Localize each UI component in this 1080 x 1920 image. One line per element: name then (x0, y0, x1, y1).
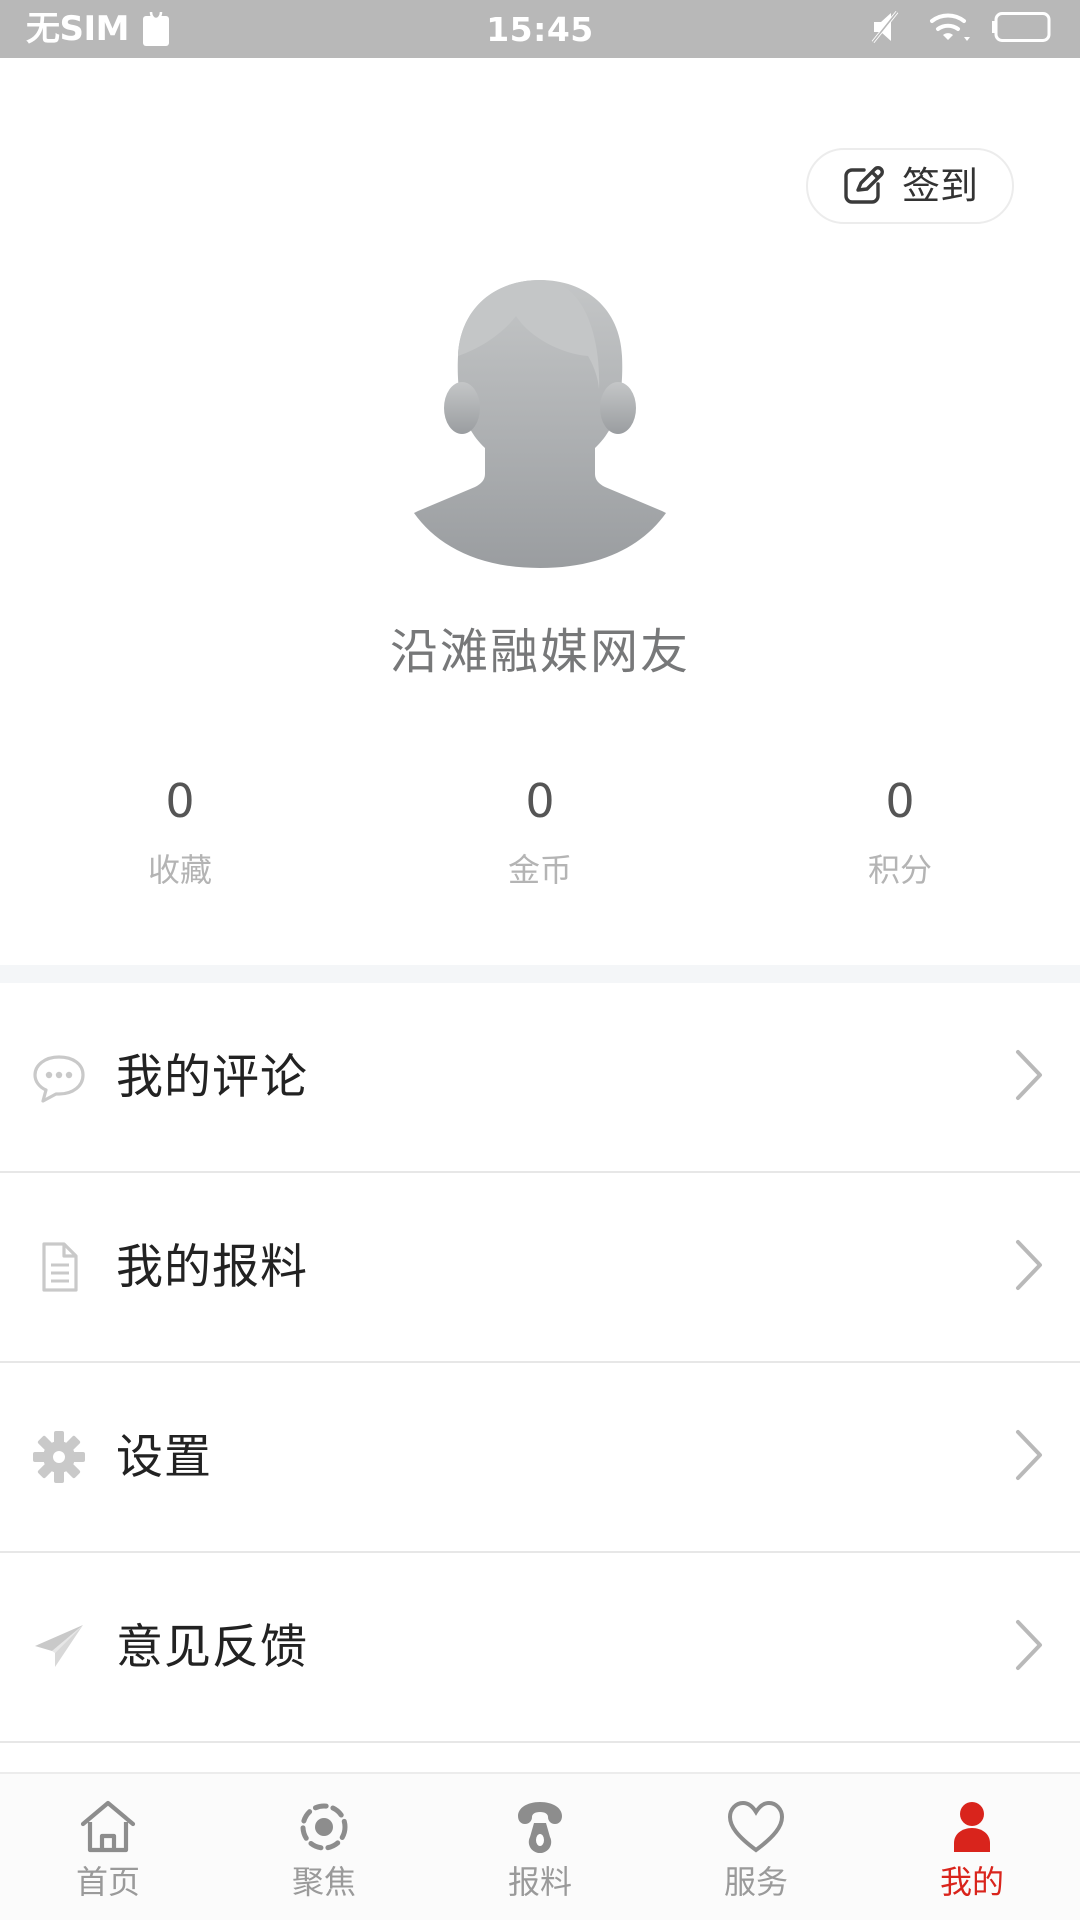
menu-item-my-reports[interactable]: 我的报料 (0, 1173, 1080, 1361)
heart-icon (727, 1796, 785, 1854)
paper-plane-icon (28, 1619, 90, 1675)
stat-value: 0 (525, 774, 555, 828)
menu-list: 我的评论 我的报料 设置 意见反馈 (0, 983, 1080, 1743)
tab-label: 聚焦 (291, 1863, 356, 1901)
username: 沿滩融媒网友 (389, 624, 690, 680)
comment-bubble-icon (28, 1049, 90, 1105)
menu-item-settings[interactable]: 设置 (0, 1363, 1080, 1551)
wifi-icon (928, 10, 972, 48)
tab-home[interactable]: 首页 (0, 1796, 216, 1898)
menu-item-my-comments[interactable]: 我的评论 (0, 983, 1080, 1171)
stat-value: 0 (165, 774, 195, 828)
tab-label: 服务 (723, 1863, 788, 1901)
stat-label: 金币 (507, 851, 572, 889)
stat-favorites[interactable]: 0 收藏 (0, 778, 360, 886)
bottom-tab-bar: 首页 聚焦 报料 服务 我的 (0, 1772, 1080, 1920)
stat-points[interactable]: 0 积分 (720, 778, 1080, 886)
signin-button[interactable]: 签到 (805, 148, 1014, 224)
menu-item-label: 我的评论 (116, 1049, 308, 1105)
chevron-right-icon (1012, 1616, 1046, 1678)
chevron-right-icon (1012, 1426, 1046, 1488)
tab-label: 首页 (75, 1863, 140, 1901)
stat-label: 积分 (867, 851, 932, 889)
menu-item-feedback[interactable]: 意见反馈 (0, 1553, 1080, 1741)
tab-service[interactable]: 服务 (648, 1796, 864, 1898)
chevron-right-icon (1012, 1236, 1046, 1298)
tab-report[interactable]: 报料 (432, 1796, 648, 1898)
menu-item-label: 设置 (116, 1429, 212, 1485)
tab-focus[interactable]: 聚焦 (216, 1796, 432, 1898)
menu-item-label: 我的报料 (116, 1239, 308, 1295)
home-icon (79, 1796, 137, 1854)
signin-button-wrap: 签到 (805, 148, 1014, 224)
tab-label: 我的 (939, 1863, 1004, 1901)
telephone-icon (511, 1796, 569, 1854)
profile-stats: 0 收藏 0 金币 0 积分 (0, 778, 1080, 886)
chevron-right-icon (1012, 1046, 1046, 1108)
tab-label: 报料 (507, 1863, 572, 1901)
mute-icon (870, 10, 908, 48)
document-icon (28, 1239, 90, 1295)
status-bar-right (870, 10, 1054, 48)
menu-divider (0, 1741, 1080, 1743)
focus-target-icon (295, 1796, 353, 1854)
avatar[interactable] (0, 268, 1080, 568)
app-screen: 无SIM 15:45 签到 沿滩融媒网友 0 收藏 0 金币 0 积分 我的评论… (0, 0, 1080, 1920)
signin-label: 签到 (901, 164, 978, 208)
gear-icon (28, 1429, 90, 1485)
battery-icon (986, 12, 1054, 46)
person-icon (943, 1796, 1001, 1854)
status-bar: 无SIM 15:45 (0, 0, 1080, 58)
stat-label: 收藏 (147, 851, 212, 889)
tab-mine[interactable]: 我的 (864, 1796, 1080, 1898)
section-divider-band (0, 965, 1080, 983)
edit-pencil-icon (842, 162, 886, 210)
menu-item-label: 意见反馈 (116, 1619, 308, 1675)
stat-value: 0 (885, 774, 915, 828)
stat-coins[interactable]: 0 金币 (360, 778, 720, 886)
